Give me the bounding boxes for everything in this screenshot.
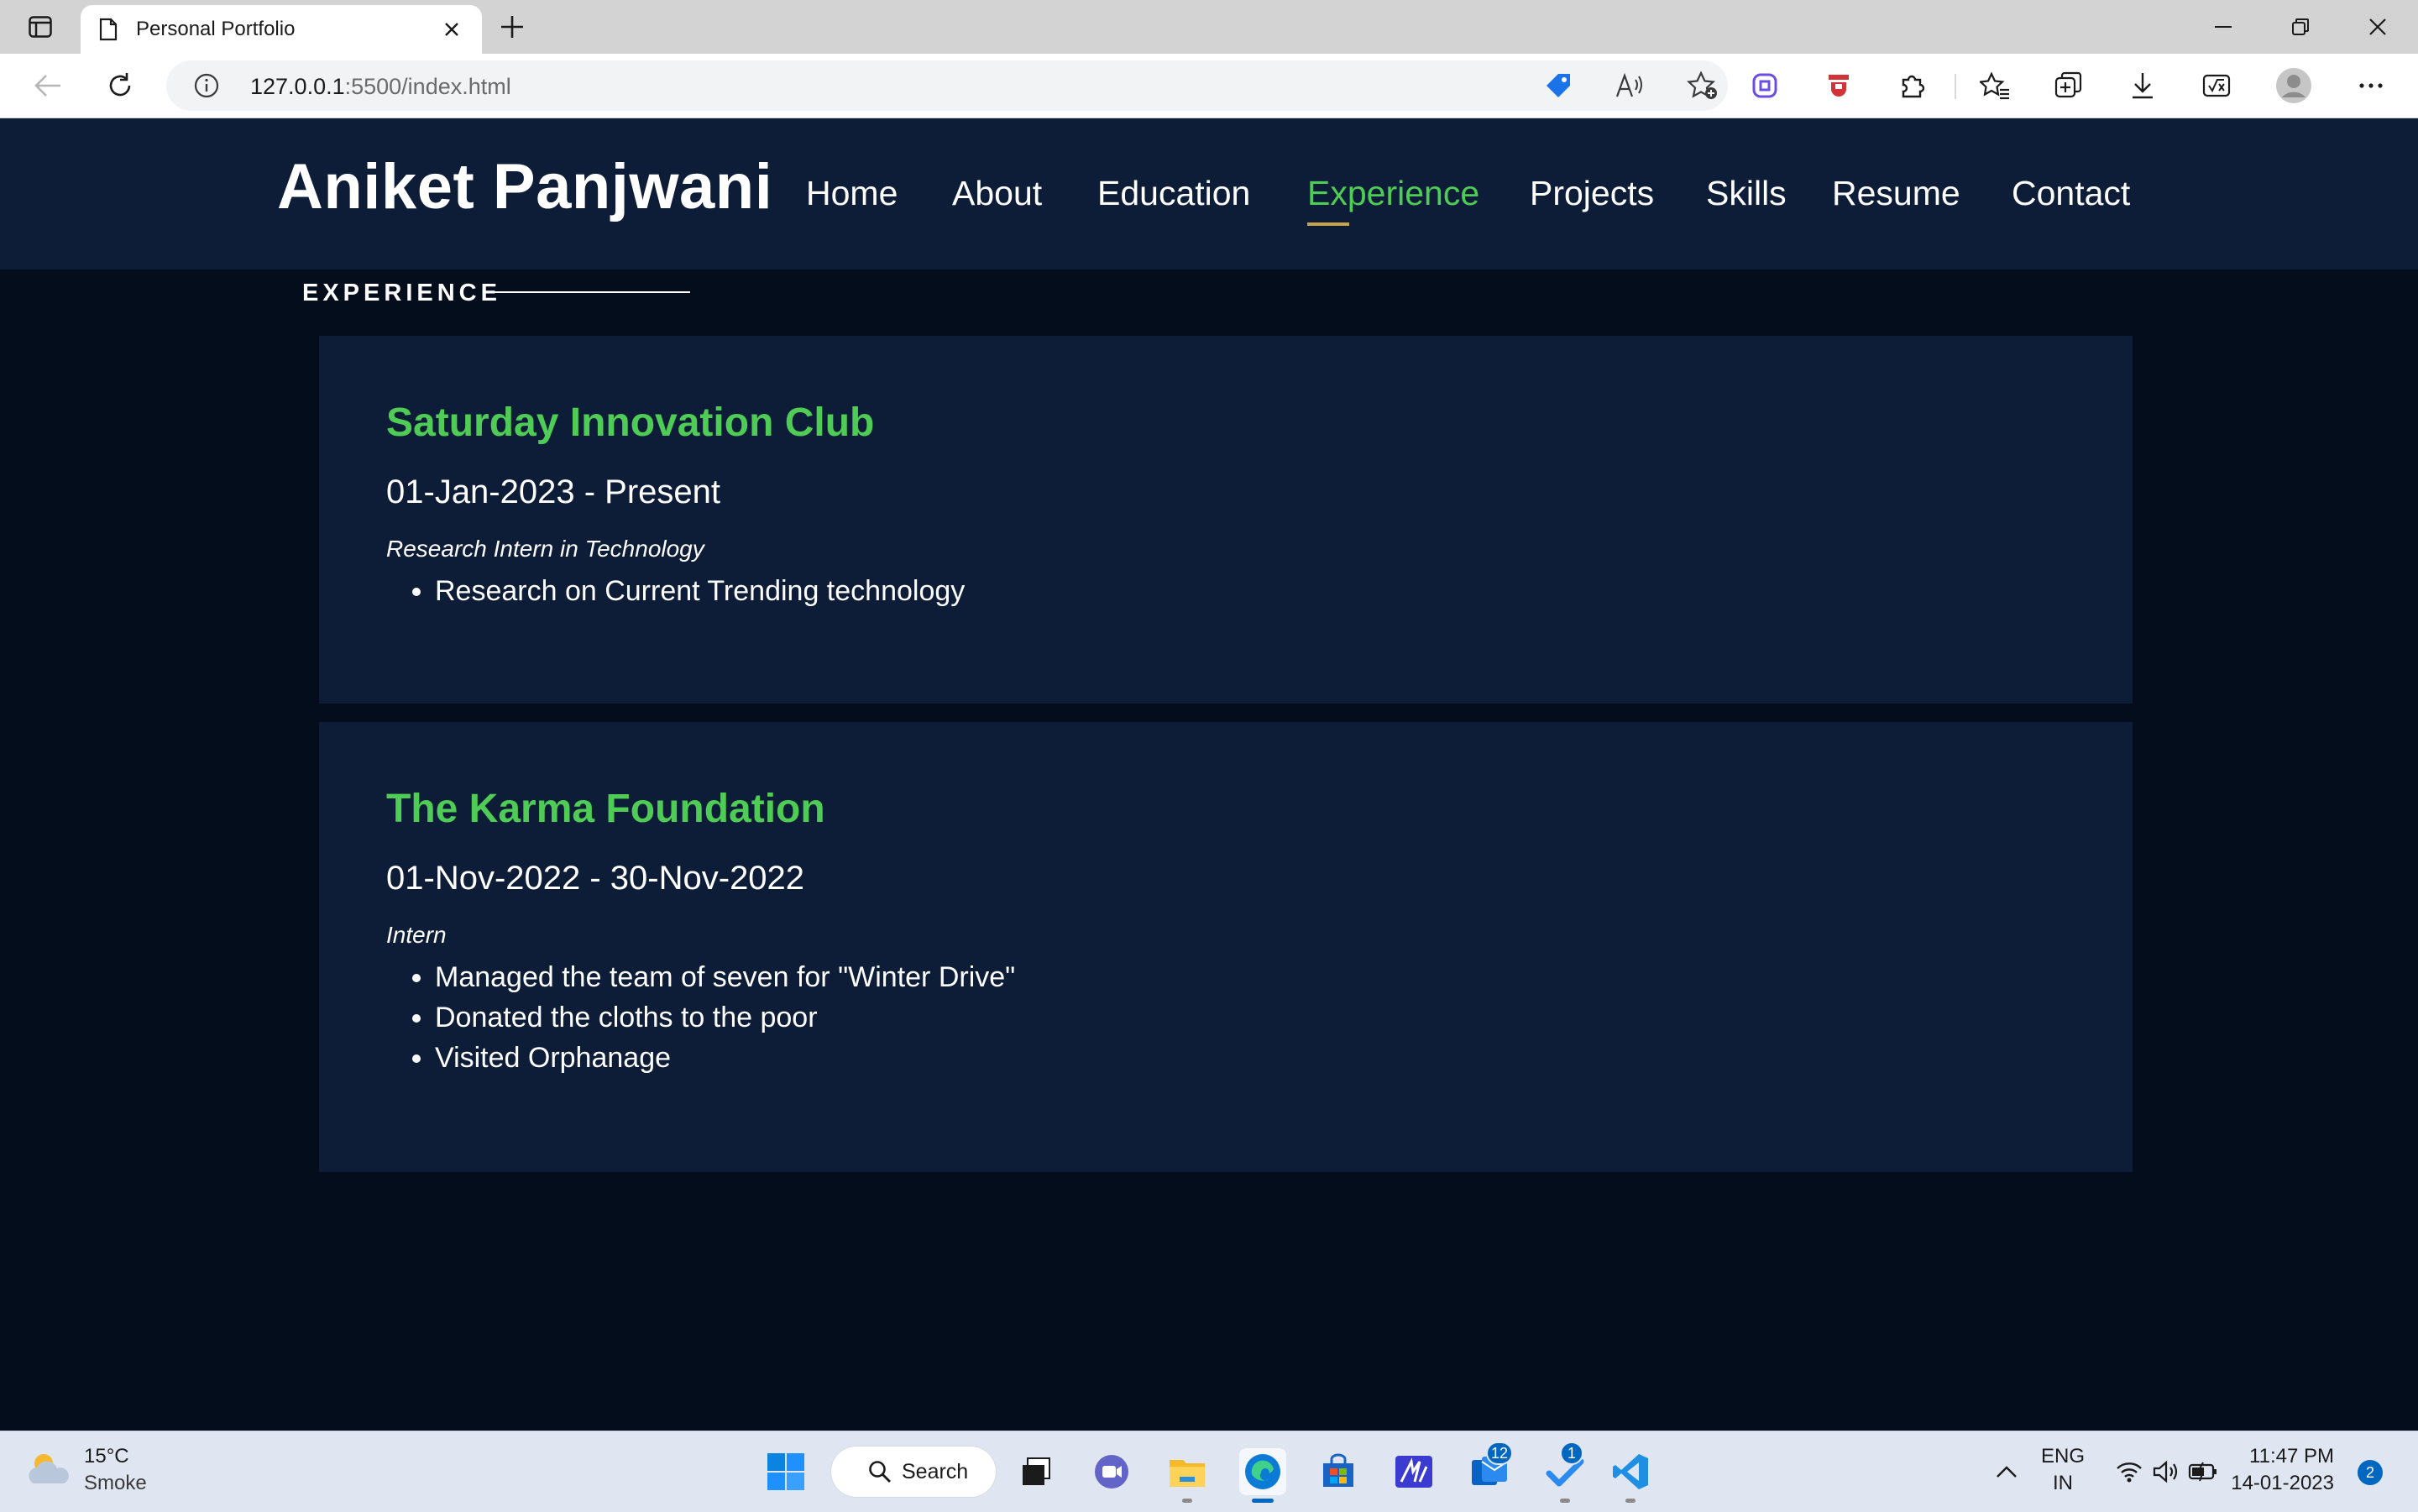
site-info-icon[interactable] (193, 72, 220, 99)
experience-role: Intern (386, 922, 447, 948)
taskbar-clock[interactable]: 11:47 PM 14-01-2023 (2216, 1443, 2334, 1497)
experience-card: The Karma Foundation 01-Nov-2022 - 30-No… (319, 722, 2133, 1172)
notification-badge[interactable]: 2 (2358, 1460, 2383, 1485)
experience-dates: 01-Nov-2022 - 30-Nov-2022 (386, 860, 805, 897)
site-brand[interactable]: Aniket Panjwani (277, 150, 772, 223)
start-button[interactable] (762, 1448, 809, 1495)
clock-date: 14-01-2023 (2231, 1472, 2334, 1494)
experience-point: Managed the team of seven for "Winter Dr… (435, 957, 1015, 997)
minimize-icon[interactable] (2185, 0, 2262, 54)
coupon-tag-icon[interactable] (1541, 71, 1575, 101)
toolbar-separator (1955, 74, 1956, 99)
microsoft-store-icon[interactable] (1315, 1448, 1362, 1495)
extensions-icon[interactable] (1892, 65, 1933, 106)
downloads-icon[interactable] (2122, 65, 2163, 106)
close-window-icon[interactable] (2339, 0, 2416, 54)
search-icon (868, 1460, 892, 1483)
nav-projects[interactable]: Projects (1530, 174, 1654, 213)
restore-icon[interactable] (2262, 0, 2339, 54)
url-input[interactable]: 127.0.0.1:5500/index.html (166, 60, 1728, 111)
weather-temperature[interactable]: 15°C (84, 1445, 129, 1468)
browser-tabstrip: Personal Portfolio (0, 0, 2418, 54)
experience-points: Research on Current Trending technology (386, 571, 965, 611)
experience-section-title: EXPERIENCE (302, 280, 501, 306)
experience-org: Saturday Innovation Club (386, 400, 875, 445)
nav-home[interactable]: Home (806, 174, 898, 213)
nav-contact[interactable]: Contact (2012, 174, 2130, 213)
clock-time: 11:47 PM (2249, 1445, 2334, 1468)
close-tab-icon[interactable] (437, 14, 467, 44)
site-navbar: Aniket Panjwani Home About Education Exp… (0, 118, 2418, 269)
experience-card: Saturday Innovation Club 01-Jan-2023 - P… (319, 336, 2133, 704)
nav-education[interactable]: Education (1097, 174, 1250, 213)
edge-browser-icon[interactable] (1239, 1448, 1286, 1495)
active-nav-underline (1307, 222, 1349, 226)
collections-purple-icon[interactable] (1745, 65, 1785, 106)
browser-tab-active[interactable]: Personal Portfolio (81, 5, 482, 54)
search-label: Search (902, 1459, 969, 1483)
nav-resume[interactable]: Resume (1832, 174, 1960, 213)
running-indicator (1625, 1499, 1636, 1503)
file-explorer-icon[interactable] (1164, 1448, 1211, 1495)
teams-chat-icon[interactable] (1088, 1448, 1135, 1495)
more-menu-icon[interactable] (2351, 65, 2391, 106)
vscode-icon[interactable] (1607, 1448, 1654, 1495)
url-host: 127.0.0.1 (250, 74, 345, 99)
language-code[interactable]: ENG (2037, 1445, 2089, 1468)
hidden-icons-chevron-icon[interactable] (1983, 1448, 2030, 1495)
task-view-icon[interactable] (1013, 1448, 1060, 1495)
running-indicator (1560, 1499, 1570, 1503)
running-indicator (1182, 1499, 1192, 1503)
experience-points: Managed the team of seven for "Winter Dr… (386, 957, 1015, 1078)
collections-icon[interactable] (2049, 65, 2089, 106)
refresh-icon[interactable] (99, 65, 141, 106)
url-path: :5500/index.html (344, 74, 511, 99)
section-title-rule (487, 291, 690, 293)
todo-badge: 1 (1560, 1441, 1583, 1465)
read-aloud-icon[interactable] (1614, 71, 1647, 101)
experience-point: Research on Current Trending technology (435, 571, 965, 611)
new-tab-icon[interactable] (494, 10, 531, 44)
url-text: 127.0.0.1:5500/index.html (250, 74, 511, 100)
nav-experience[interactable]: Experience (1307, 174, 1479, 213)
editor-app-icon[interactable] (1390, 1448, 1437, 1495)
mail-unread-badge: 12 (1486, 1441, 1514, 1465)
tab-title: Personal Portfolio (136, 18, 296, 40)
experience-role: Research Intern in Technology (386, 536, 704, 562)
webpage-viewport: Aniket Panjwani Home About Education Exp… (0, 118, 2418, 1431)
back-icon[interactable] (27, 65, 69, 106)
profile-avatar-icon[interactable] (2274, 65, 2314, 106)
taskbar-search[interactable]: Search (831, 1447, 996, 1497)
add-favorite-icon[interactable] (1686, 71, 1719, 101)
weather-condition[interactable]: Smoke (84, 1472, 147, 1495)
page-icon (99, 18, 118, 41)
language-region[interactable]: IN (2037, 1472, 2089, 1495)
windows-logo-icon (767, 1453, 804, 1490)
weather-cloud-icon[interactable] (25, 1448, 72, 1492)
address-bar: 127.0.0.1:5500/index.html (0, 54, 2418, 118)
math-solver-icon[interactable] (2196, 65, 2237, 106)
experience-org: The Karma Foundation (386, 787, 825, 831)
nav-about[interactable]: About (952, 174, 1042, 213)
experience-dates: 01-Jan-2023 - Present (386, 473, 721, 510)
nav-skills[interactable]: Skills (1706, 174, 1787, 213)
tab-actions-icon (29, 16, 52, 38)
experience-point: Visited Orphanage (435, 1038, 1015, 1078)
windows-taskbar: 15°C Smoke Search 12 1 ENG IN 11:47 PM 1… (0, 1431, 2418, 1512)
favorites-icon[interactable] (1975, 65, 2015, 106)
running-indicator-active (1252, 1499, 1274, 1503)
extension-red-icon[interactable] (1819, 65, 1859, 106)
tab-actions-button[interactable] (20, 10, 60, 44)
experience-point: Donated the cloths to the poor (435, 997, 1015, 1038)
